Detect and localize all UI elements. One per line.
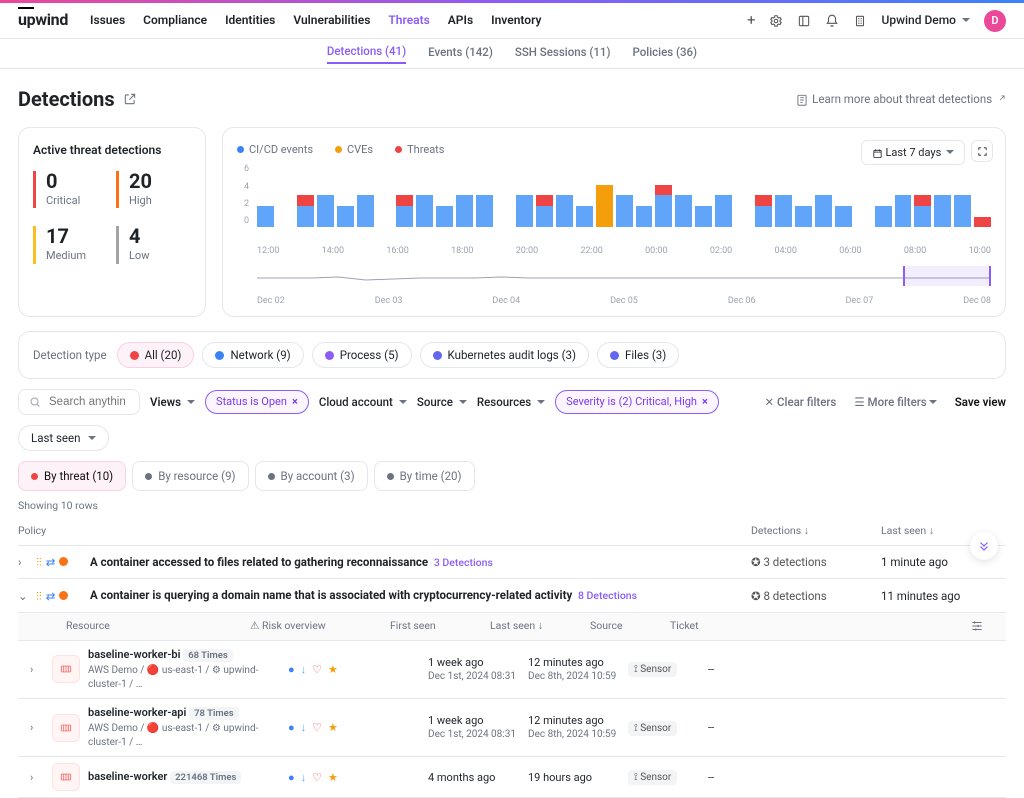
col-source[interactable]: Source	[590, 619, 670, 634]
clear-filters-button[interactable]: ✕ Clear filters	[765, 394, 837, 410]
timerange-selector[interactable]: Last 7 days	[861, 140, 965, 165]
threat-row[interactable]: ⌄⫶⫶⇄A container is querying a domain nam…	[18, 579, 1006, 613]
filter-cloud-account[interactable]: Cloud account	[319, 394, 407, 410]
filter-chip-severity[interactable]: Severity is (2) Critical, High×	[555, 390, 719, 413]
dtpill-network[interactable]: Network (9)	[202, 342, 303, 368]
tab-by-threat[interactable]: By threat (10)	[18, 461, 126, 491]
bar-chart	[257, 163, 991, 227]
sev-critical: 0Critical	[33, 171, 108, 208]
brand-logo: upwind	[18, 9, 68, 31]
nav-inventory[interactable]: Inventory	[491, 12, 541, 29]
dtpill-kubernetes-audit-logs[interactable]: Kubernetes audit logs (3)	[420, 342, 589, 368]
nav-apis[interactable]: APIs	[448, 12, 473, 29]
close-icon[interactable]: ×	[292, 394, 298, 409]
col-settings-icon[interactable]	[970, 619, 994, 634]
sev-high: 20High	[116, 171, 191, 208]
dtpill-all[interactable]: All (20)	[117, 342, 195, 368]
panel-icon[interactable]	[797, 12, 811, 29]
views-dropdown[interactable]: Views	[150, 394, 195, 410]
resource-row[interactable]: ›baseline-worker-api 78 TimesAWS Demo / …	[18, 699, 1006, 757]
page-title: Detections	[18, 85, 115, 113]
search-field[interactable]	[47, 395, 127, 409]
sev-low: 4Low	[116, 226, 191, 263]
chevron-down-icon[interactable]: ⌄	[18, 588, 36, 604]
container-icon	[52, 763, 80, 791]
subnav-ssh-sessions[interactable]: SSH Sessions (11)	[515, 44, 611, 63]
row-count: Showing 10 rows	[18, 499, 1006, 514]
legend-threats[interactable]: Threats	[395, 142, 444, 157]
tab-by-resource[interactable]: By resource (9)	[132, 461, 248, 491]
dtpill-process[interactable]: Process (5)	[312, 342, 412, 368]
subnav-policies[interactable]: Policies (36)	[632, 44, 697, 63]
chevron-right-icon[interactable]: ›	[18, 554, 36, 570]
subnav-events[interactable]: Events (142)	[428, 44, 493, 63]
col-last[interactable]: Last seen ↓	[490, 619, 590, 634]
gear-icon[interactable]	[769, 12, 783, 29]
org-icon[interactable]	[853, 12, 867, 29]
expand-icon[interactable]	[971, 140, 993, 162]
legend-cicdevents[interactable]: CI/CD events	[237, 142, 313, 157]
stats-title: Active threat detections	[33, 142, 191, 159]
dtpill-files[interactable]: Files (3)	[597, 342, 679, 368]
nav-identities[interactable]: Identities	[225, 12, 275, 29]
threat-row[interactable]: ›⫶⫶⇄A container accessed to files relate…	[18, 546, 1006, 580]
external-icon[interactable]	[123, 91, 137, 108]
filter-source[interactable]: Source	[417, 394, 467, 410]
filter-resources[interactable]: Resources	[477, 394, 545, 410]
chart-card: CI/CD eventsCVEsThreats Last 7 days 6420…	[222, 127, 1006, 317]
tab-by-time[interactable]: By time (20)	[374, 461, 475, 491]
resource-row[interactable]: ›baseline-worker-bi 68 TimesAWS Demo / 🔴…	[18, 641, 1006, 699]
container-icon	[52, 714, 80, 742]
col-detections[interactable]: Detections ↓	[751, 524, 881, 539]
save-view-button[interactable]: Save view	[955, 394, 1006, 410]
legend-cves[interactable]: CVEs	[335, 142, 373, 157]
col-risk[interactable]: ⚠ Risk overview	[250, 619, 390, 634]
close-icon[interactable]: ×	[702, 394, 708, 409]
last-seen-pill[interactable]: Last seen	[18, 425, 109, 451]
nav-issues[interactable]: Issues	[90, 12, 125, 29]
resource-row[interactable]: ›baseline-worker 221468 Times●↓♡★4 month…	[18, 757, 1006, 798]
detection-type-filter: Detection type All (20) Network (9) Proces…	[18, 331, 1006, 379]
learn-more-link[interactable]: Learn more about threat detections	[795, 91, 1006, 107]
col-ticket[interactable]: Ticket	[670, 619, 730, 634]
subnav-detections[interactable]: Detections (41)	[327, 43, 406, 64]
add-icon[interactable]: +	[747, 10, 756, 31]
detection-type-label: Detection type	[33, 347, 107, 363]
threat-table: Policy Detections ↓ Last seen ↓ ›⫶⫶⇄A co…	[18, 518, 1006, 798]
scroll-down-button[interactable]	[970, 532, 998, 560]
nav-threats[interactable]: Threats	[388, 12, 429, 29]
sub-nav: Detections (41) Events (142) SSH Sessions …	[0, 39, 1024, 69]
top-nav: upwind Issues Compliance Identities Vulnera…	[0, 3, 1024, 39]
nav-vulnerabilities[interactable]: Vulnerabilities	[293, 12, 370, 29]
bell-icon[interactable]	[825, 12, 839, 29]
col-policy[interactable]: Policy	[18, 524, 751, 539]
avatar[interactable]: D	[984, 10, 1006, 32]
more-filters-button[interactable]: ☰ More filters	[854, 394, 936, 410]
container-icon	[52, 655, 80, 683]
time-brush[interactable]: Dec 02Dec 03Dec 04Dec 05Dec 06Dec 07Dec …	[257, 266, 991, 302]
stats-card: Active threat detections 0Critical20High…	[18, 127, 206, 317]
filter-chip-status[interactable]: Status is Open×	[205, 390, 309, 413]
workspace-switcher[interactable]: Upwind Demo	[881, 12, 970, 29]
sev-medium: 17Medium	[33, 226, 108, 263]
col-resource[interactable]: Resource	[30, 619, 250, 634]
tab-by-account[interactable]: By account (3)	[255, 461, 368, 491]
search-input[interactable]	[18, 389, 140, 415]
col-first[interactable]: First seen	[390, 619, 490, 634]
nav-compliance[interactable]: Compliance	[143, 12, 207, 29]
